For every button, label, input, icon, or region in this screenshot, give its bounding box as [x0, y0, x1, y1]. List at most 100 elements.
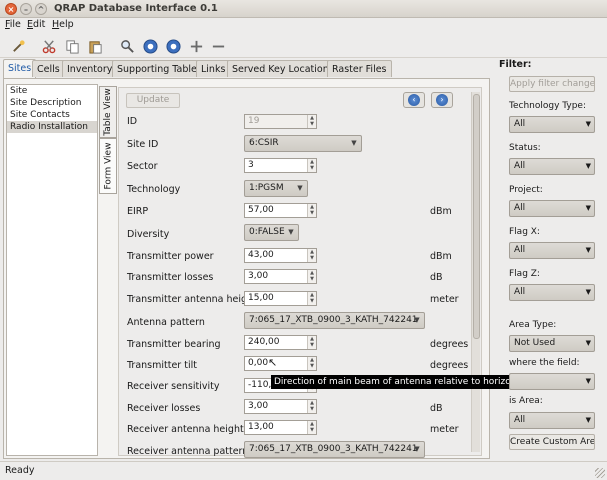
flag-z-label: Flag Z: — [509, 269, 540, 279]
area-type-combo[interactable]: Not Used ▼ — [509, 335, 595, 352]
unit-label: dB — [430, 272, 443, 283]
chevron-down-icon: ▼ — [288, 228, 294, 236]
list-item[interactable]: Site Description — [7, 97, 97, 109]
sector-field[interactable]: 3 ▲ ▼ — [244, 158, 317, 173]
eirp-field[interactable]: 57,00 ▲ ▼ — [244, 203, 317, 218]
field-label: Receiver antenna pattern — [127, 446, 249, 457]
chevron-down-icon: ▼ — [585, 120, 591, 128]
tab-served-key-locations[interactable]: Served Key Locations — [227, 60, 339, 77]
field-label: Transmitter power — [127, 251, 214, 262]
chevron-down-icon: ▼ — [351, 139, 357, 147]
chevron-down-icon: ▼ — [297, 184, 303, 192]
transmitter-tilt-field[interactable]: 0,00 ▲ ▼ — [244, 356, 317, 371]
scissors-icon[interactable] — [40, 37, 58, 55]
tab-inventory[interactable]: Inventory — [62, 60, 118, 77]
transmitter-bearing-field[interactable]: 240,00 ▲ ▼ — [244, 335, 317, 350]
copy-icon[interactable] — [63, 37, 81, 55]
area-type-label: Area Type: — [509, 320, 557, 330]
create-custom-area-button[interactable]: Create Custom Area — [509, 434, 595, 450]
unit-label: dB — [430, 403, 443, 414]
unit-label: degrees — [430, 360, 469, 371]
chevron-down-icon: ▼ — [585, 204, 591, 212]
status-label: Status: — [509, 143, 541, 153]
remove-icon[interactable] — [209, 37, 227, 55]
where-field-label: where the field: — [509, 358, 580, 368]
receiver-antenna-height-field[interactable]: 13,00 ▲ ▼ — [244, 420, 317, 435]
list-item[interactable]: Site — [7, 85, 97, 97]
mouse-cursor-icon: ↖ — [268, 356, 278, 369]
maximize-window-button[interactable]: ^ — [35, 3, 47, 15]
technology-type-label: Technology Type: — [509, 101, 586, 111]
status-text: Ready — [5, 465, 35, 476]
forward-circle-icon[interactable] — [164, 37, 182, 55]
transmitter-power-field[interactable]: 43,00 ▲ ▼ — [244, 248, 317, 263]
paste-icon[interactable] — [86, 37, 104, 55]
chevron-down-icon: ▼ — [585, 416, 591, 424]
field-label: Receiver losses — [127, 403, 201, 414]
filter-title: Filter: — [499, 59, 532, 70]
technology-combo[interactable]: 1:PGSM ▼ — [244, 180, 308, 197]
previous-record-button[interactable]: ‹ — [403, 92, 425, 108]
menu-help[interactable]: Help — [52, 19, 74, 30]
field-label: Transmitter bearing — [127, 339, 221, 350]
field-label: Transmitter tilt — [127, 360, 197, 371]
resize-grip-icon[interactable] — [595, 468, 605, 478]
list-item[interactable]: Site Contacts — [7, 109, 97, 121]
find-icon[interactable] — [118, 37, 136, 55]
receiver-antenna-pattern-combo[interactable]: 7:065_17_XTB_0900_3_KATH_742241 ▼ — [244, 441, 425, 458]
flag-x-label: Flag X: — [509, 227, 540, 237]
receiver-losses-field[interactable]: 3,00 ▲ ▼ — [244, 399, 317, 414]
tab-raster-files[interactable]: Raster Files — [327, 60, 392, 77]
transmitter-antenna-height-field[interactable]: 15,00 ▲ ▼ — [244, 291, 317, 306]
window-title: QRAP Database Interface 0.1 — [54, 3, 218, 14]
transmitter-losses-field[interactable]: 3,00 ▲ ▼ — [244, 269, 317, 284]
update-button[interactable]: Update — [126, 93, 180, 108]
unit-label: degrees — [430, 339, 469, 350]
id-field: 19 ▲ ▼ — [244, 114, 317, 129]
status-bar: Ready — [0, 461, 607, 480]
project-combo[interactable]: All ▼ — [509, 200, 595, 217]
table-list[interactable]: Site Site Description Site Contacts Radi… — [6, 84, 98, 456]
technology-type-combo[interactable]: All ▼ — [509, 116, 595, 133]
field-label: Diversity — [127, 229, 170, 240]
tab-table-view[interactable]: Table View — [99, 86, 117, 138]
scrollbar-thumb[interactable] — [473, 94, 480, 339]
close-window-button[interactable]: × — [5, 3, 17, 15]
add-icon[interactable] — [187, 37, 205, 55]
project-label: Project: — [509, 185, 543, 195]
field-label: Receiver antenna height — [127, 424, 244, 435]
field-label: Site ID — [127, 139, 159, 150]
chevron-down-icon: ▼ — [585, 288, 591, 296]
previous-icon: ‹ — [408, 94, 420, 106]
next-icon: › — [436, 94, 448, 106]
field-label: Sector — [127, 161, 158, 172]
is-area-combo[interactable]: All ▼ — [509, 412, 595, 429]
diversity-combo[interactable]: 0:FALSE ▼ — [244, 224, 299, 241]
minimize-window-button[interactable]: – — [20, 3, 32, 15]
chevron-down-icon: ▼ — [414, 445, 420, 453]
title-bar: × – ^ QRAP Database Interface 0.1 — [0, 0, 607, 18]
menu-edit[interactable]: Edit — [27, 19, 45, 30]
form-scrollbar[interactable] — [471, 92, 480, 452]
apply-filter-button[interactable]: Apply filter changes — [509, 76, 595, 92]
tab-links[interactable]: Links — [196, 60, 231, 77]
field-label: Receiver sensitivity — [127, 381, 220, 392]
field-label: EIRP — [127, 206, 149, 217]
list-item[interactable]: Radio Installation — [7, 121, 97, 133]
flag-z-combo[interactable]: All ▼ — [509, 284, 595, 301]
site-id-combo[interactable]: 6:CSIR ▼ — [244, 135, 362, 152]
field-label: Technology — [127, 184, 181, 195]
flag-x-combo[interactable]: All ▼ — [509, 242, 595, 259]
next-record-button[interactable]: › — [431, 92, 453, 108]
menu-file[interactable]: File — [5, 19, 21, 30]
tab-form-view[interactable]: Form View — [99, 138, 117, 194]
antenna-pattern-combo[interactable]: 7:065_17_XTB_0900_3_KATH_742241 ▼ — [244, 312, 425, 329]
field-label: Antenna pattern — [127, 317, 205, 328]
chevron-down-icon: ▼ — [585, 339, 591, 347]
where-field-combo[interactable]: ▼ — [509, 373, 595, 390]
status-combo[interactable]: All ▼ — [509, 158, 595, 175]
back-circle-icon[interactable] — [141, 37, 159, 55]
tab-cells[interactable]: Cells — [32, 60, 65, 77]
tab-supporting-tables[interactable]: Supporting Tables — [112, 60, 207, 77]
wand-icon[interactable] — [9, 37, 27, 55]
